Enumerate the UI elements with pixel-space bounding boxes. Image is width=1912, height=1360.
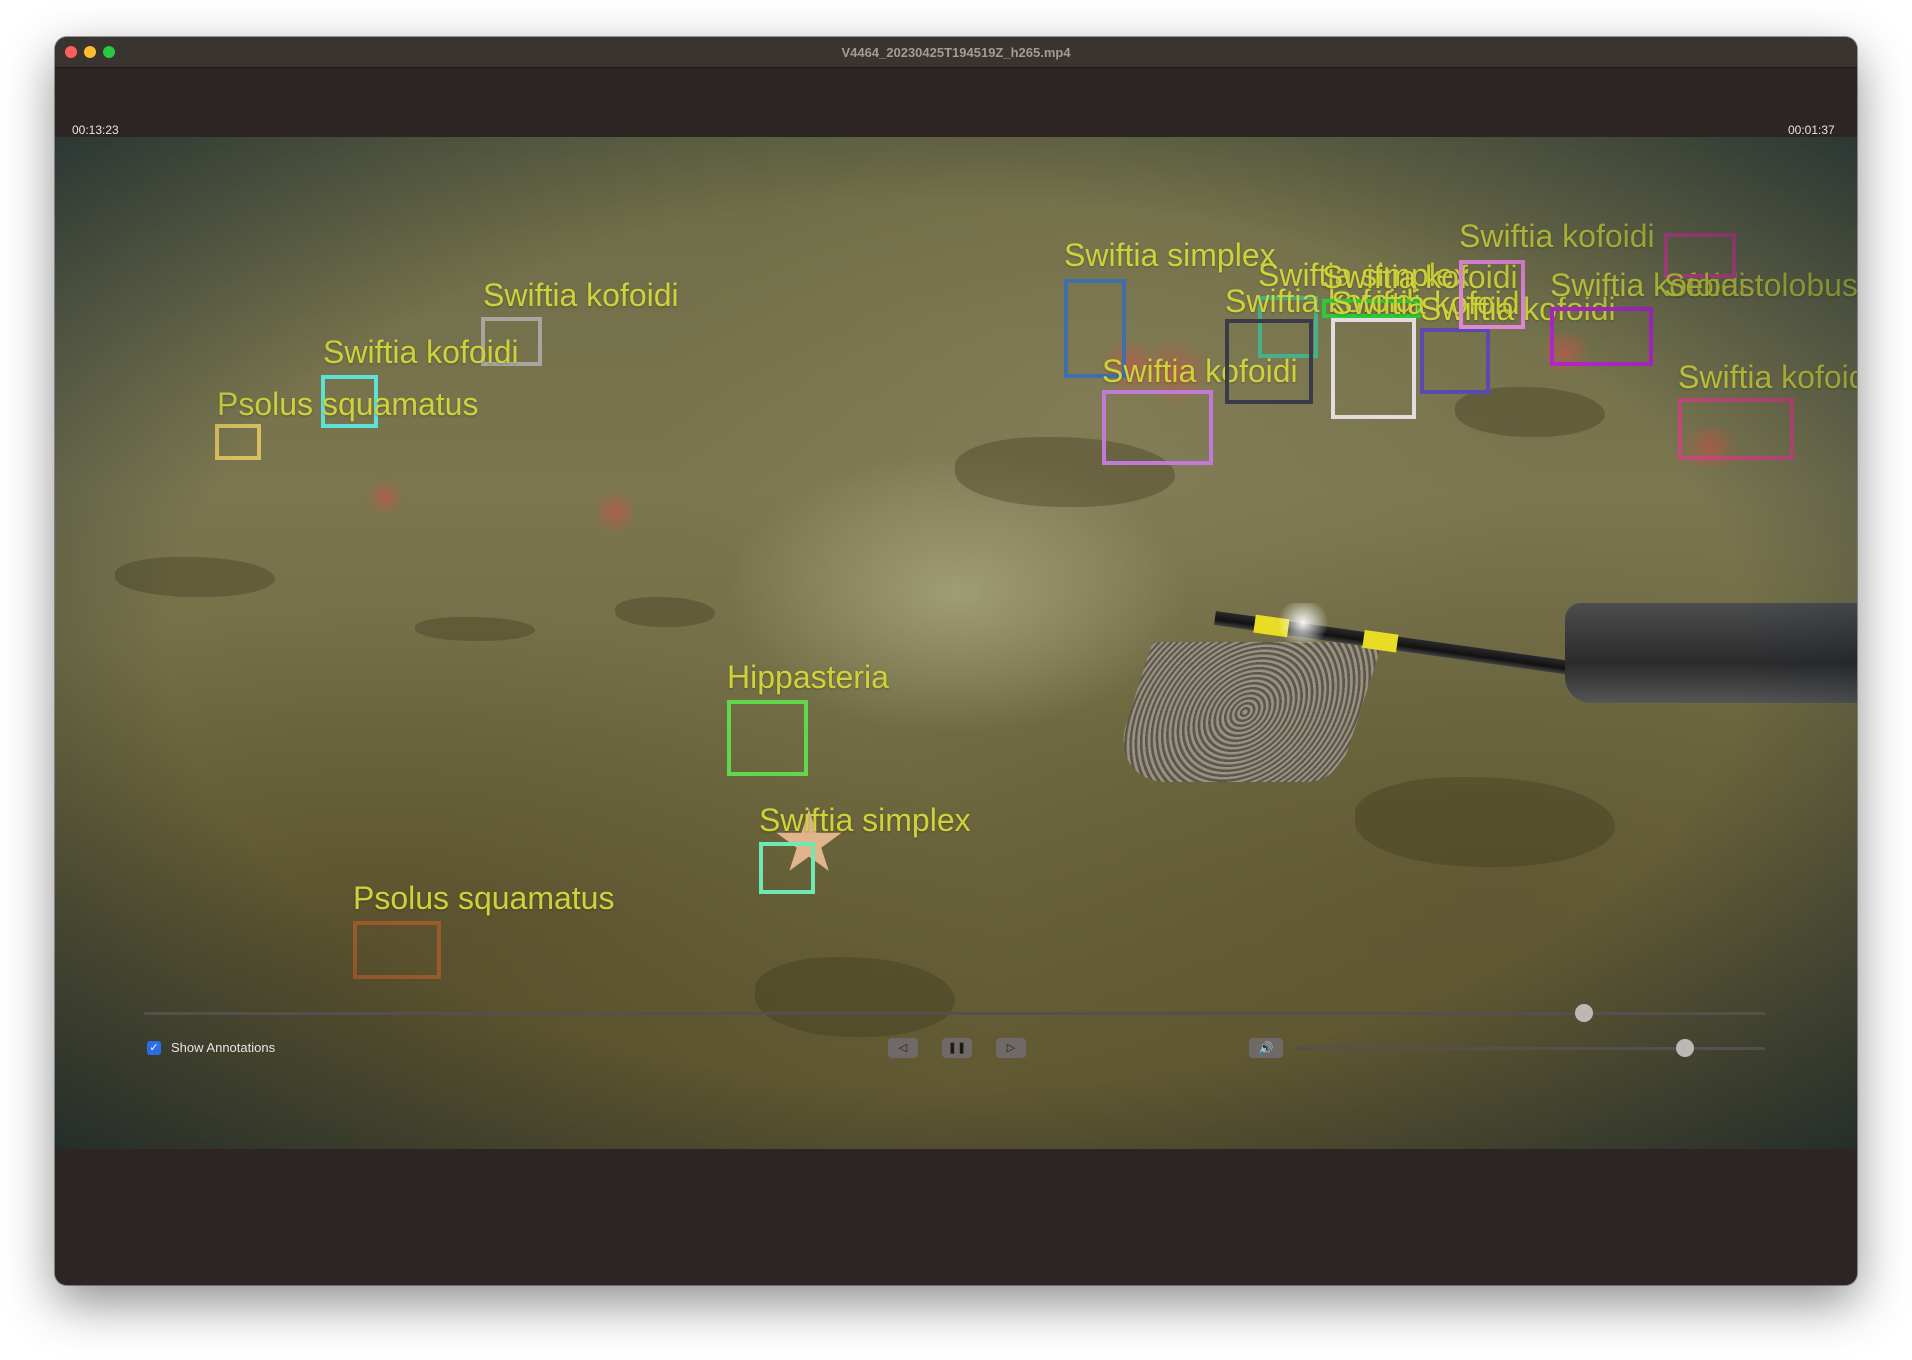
volume-slider[interactable]	[1295, 1047, 1765, 1050]
skip-back-icon: ◁	[898, 1041, 908, 1054]
video-frame[interactable]: Swiftia simplexSwiftia kofoidiSwiftia ko…	[55, 137, 1857, 1149]
skip-back-button[interactable]: ◁	[888, 1038, 918, 1058]
pause-icon: ❚❚	[947, 1041, 967, 1054]
skip-forward-button[interactable]: ▷	[996, 1038, 1026, 1058]
volume-button[interactable]: 🔊	[1249, 1038, 1283, 1058]
window-title: V4464_20230425T194519Z_h265.mp4	[841, 45, 1071, 60]
video-player-window: V4464_20230425T194519Z_h265.mp4 Swiftia …	[55, 37, 1857, 1285]
skip-forward-icon: ▷	[1006, 1041, 1016, 1054]
show-annotations-checkbox[interactable]: ✓	[147, 1041, 161, 1055]
play-pause-button[interactable]: ❚❚	[942, 1038, 972, 1058]
title-bar[interactable]: V4464_20230425T194519Z_h265.mp4	[55, 37, 1857, 68]
progress-bar[interactable]	[144, 1012, 1766, 1015]
volume-knob[interactable]	[1676, 1039, 1695, 1057]
lens-vignette	[55, 137, 1857, 1149]
player-controls	[55, 1149, 1857, 1285]
show-annotations-label[interactable]: Show Annotations	[171, 1040, 275, 1055]
remaining-time: 00:01:37	[1788, 123, 1835, 137]
speaker-icon: 🔊	[1258, 1041, 1274, 1055]
elapsed-time: 00:13:23	[72, 123, 119, 137]
